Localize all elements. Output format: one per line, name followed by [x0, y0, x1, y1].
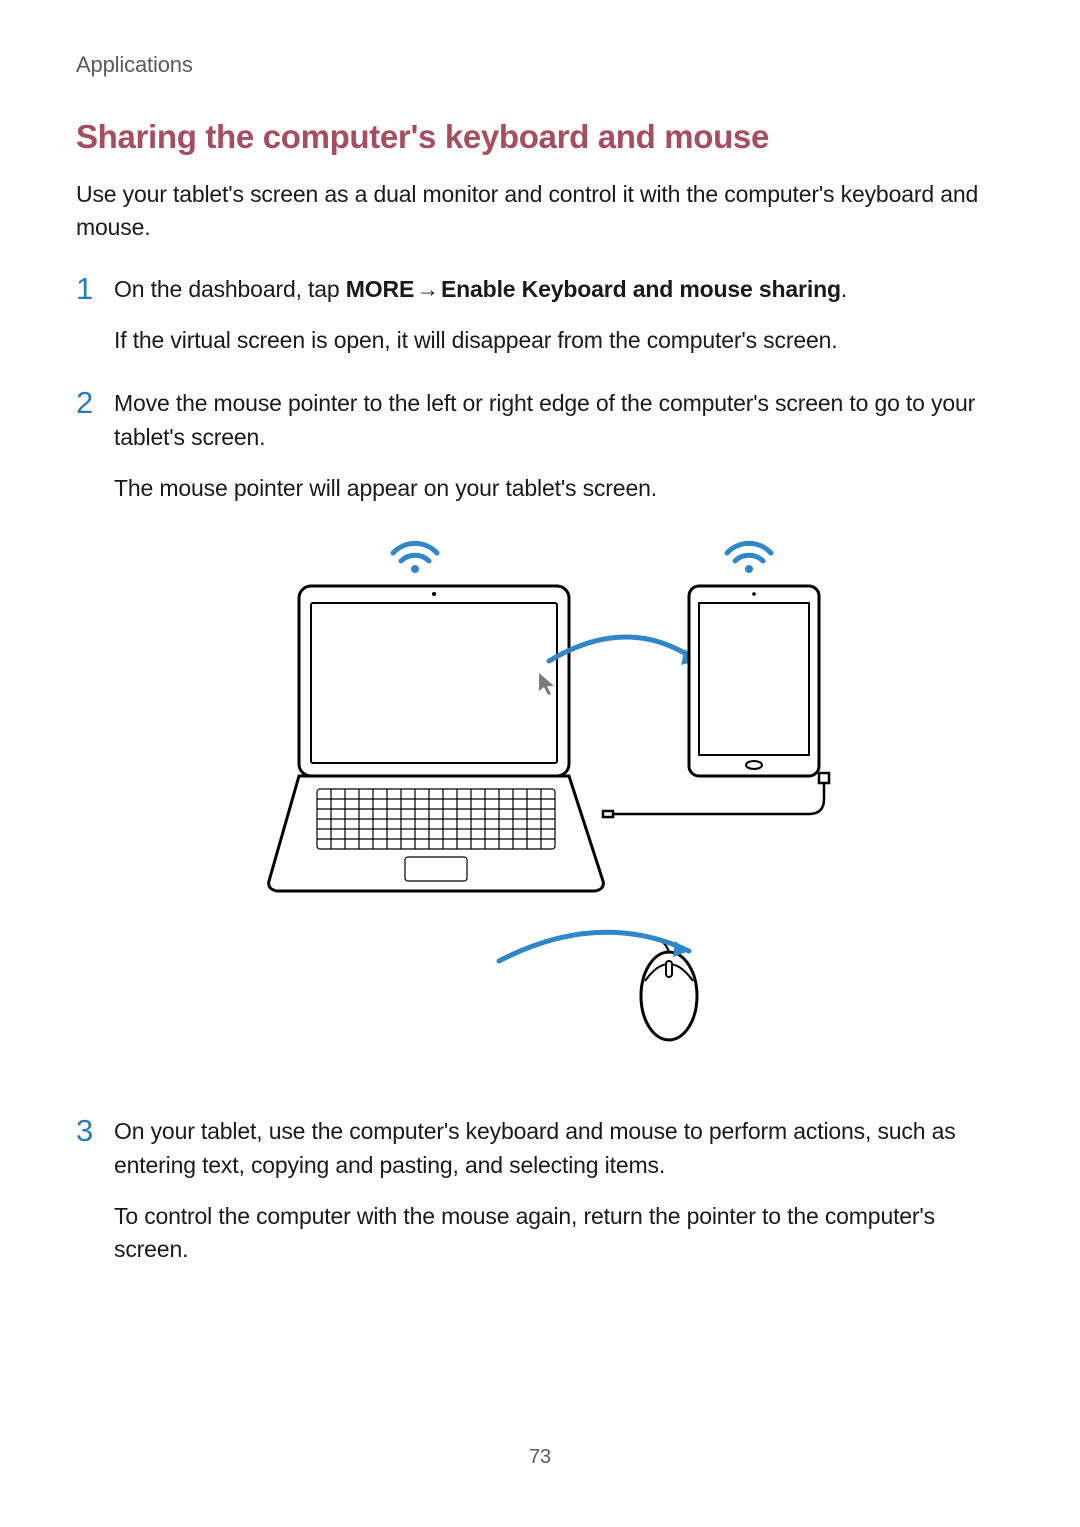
- usb-cable-illustration: [603, 773, 829, 817]
- step-1-line-2: If the virtual screen is open, it will d…: [114, 324, 1004, 357]
- page-number: 73: [0, 1446, 1080, 1469]
- laptop-tablet-mouse-diagram: [249, 531, 869, 1051]
- text-bold: Enable Keyboard and mouse sharing: [441, 276, 841, 302]
- text: On the dashboard, tap: [114, 276, 346, 302]
- step-body: On the dashboard, tap MORE → Enable Keyb…: [114, 273, 1004, 358]
- step-item-1: 1 On the dashboard, tap MORE → Enable Ke…: [76, 273, 1004, 358]
- text: .: [841, 276, 847, 302]
- laptop-illustration: [269, 586, 604, 891]
- mouse-illustration: [641, 941, 697, 1040]
- step-item-3: 3 On your tablet, use the computer's key…: [76, 1115, 1004, 1266]
- step-2-line-1: Move the mouse pointer to the left or ri…: [114, 387, 1004, 454]
- wifi-icon: [393, 544, 437, 574]
- tablet-illustration: [689, 586, 819, 776]
- step-body: Move the mouse pointer to the left or ri…: [114, 387, 1004, 1085]
- step-3-line-2: To control the computer with the mouse a…: [114, 1200, 1004, 1267]
- text-bold: MORE: [346, 276, 414, 302]
- step-body: On your tablet, use the computer's keybo…: [114, 1115, 1004, 1266]
- section-intro: Use your tablet's screen as a dual monit…: [76, 178, 1004, 245]
- step-item-2: 2 Move the mouse pointer to the left or …: [76, 387, 1004, 1085]
- section-title: Sharing the computer's keyboard and mous…: [76, 118, 1004, 156]
- step-number: 3: [76, 1115, 114, 1266]
- arrow-icon: →: [416, 273, 439, 306]
- step-2-line-2: The mouse pointer will appear on your ta…: [114, 472, 1004, 505]
- page-header: Applications: [76, 52, 1004, 78]
- step-number: 1: [76, 273, 114, 358]
- step-list: 1 On the dashboard, tap MORE → Enable Ke…: [76, 273, 1004, 1267]
- step-1-line-1: On the dashboard, tap MORE → Enable Keyb…: [114, 273, 1004, 306]
- wifi-icon: [727, 544, 771, 574]
- step-3-line-1: On your tablet, use the computer's keybo…: [114, 1115, 1004, 1182]
- step-number: 2: [76, 387, 114, 1085]
- arrow-laptop-to-tablet: [549, 637, 697, 665]
- figure-container: [114, 531, 1004, 1051]
